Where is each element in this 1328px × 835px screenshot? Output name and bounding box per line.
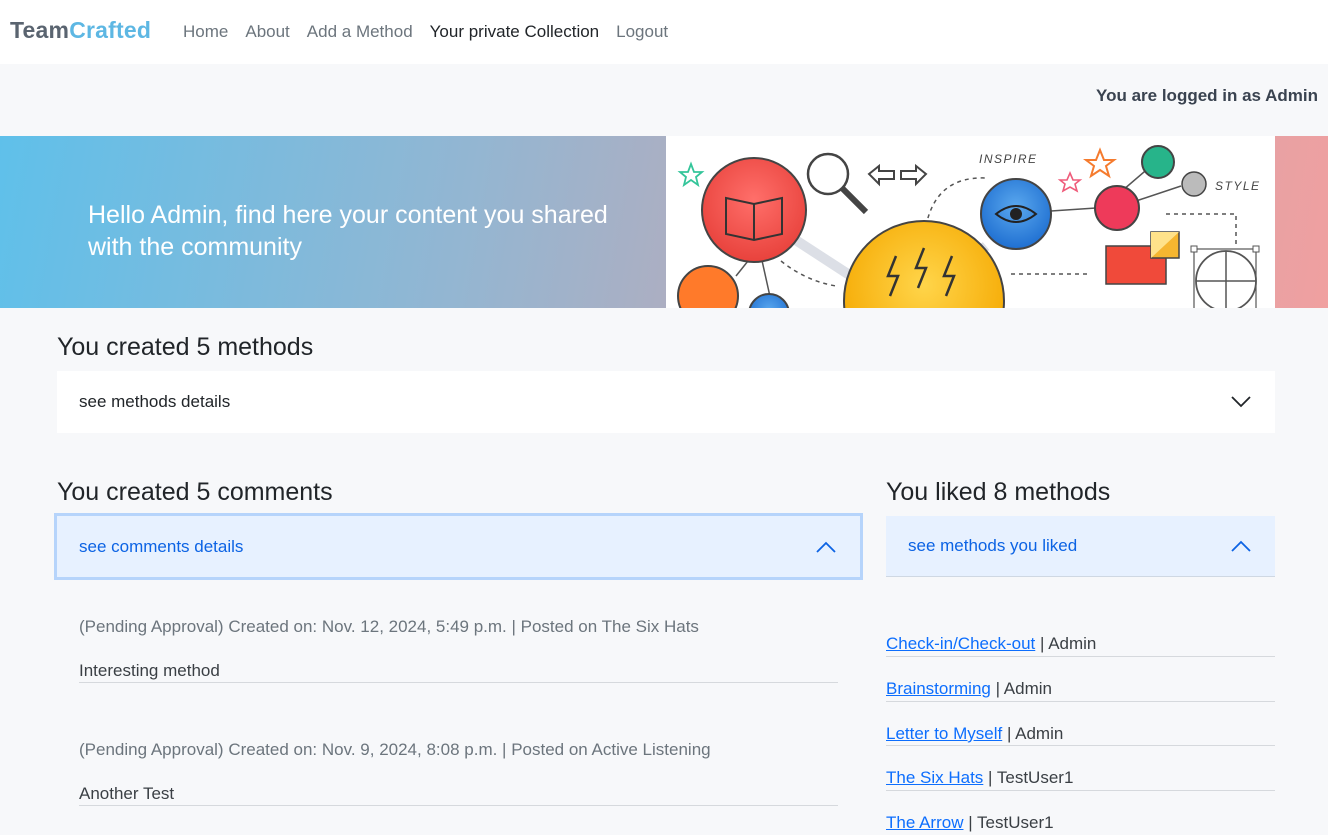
comments-section-title: You created 5 comments: [57, 478, 333, 506]
comment-body: Interesting method: [79, 661, 220, 680]
nav-private-collection[interactable]: Your private Collection: [430, 22, 599, 42]
methods-accordion-toggle[interactable]: see methods details: [57, 371, 1275, 433]
comment-meta: (Pending Approval) Created on: Nov. 9, 2…: [79, 740, 711, 759]
liked-section-title: You liked 8 methods: [886, 478, 1111, 506]
nav-links: Home About Add a Method Your private Col…: [183, 22, 685, 42]
liked-method-link[interactable]: Letter to Myself: [886, 724, 1002, 743]
comments-accordion-label: see comments details: [79, 536, 244, 556]
liked-item: Letter to Myself | Admin: [886, 724, 1063, 744]
brand-team: Team: [10, 17, 70, 43]
liked-item: The Arrow | TestUser1: [886, 813, 1054, 833]
liked-divider: [886, 745, 1275, 746]
comment-divider: [79, 682, 838, 683]
methods-accordion-label: see methods details: [79, 392, 231, 411]
chevron-down-icon: [1231, 396, 1251, 408]
chevron-up-icon: [1231, 540, 1251, 552]
liked-accordion-label: see methods you liked: [908, 536, 1078, 555]
nav-home[interactable]: Home: [183, 22, 228, 42]
liked-method-author: | Admin: [1035, 634, 1097, 653]
liked-method-link[interactable]: The Arrow: [886, 813, 963, 832]
liked-method-author: | TestUser1: [963, 813, 1054, 832]
liked-method-link[interactable]: Check-in/Check-out: [886, 634, 1035, 653]
hero-banner: Hello Admin, find here your content you …: [0, 136, 1328, 308]
illustration-inspire-label: INSPIRE: [979, 152, 1038, 166]
comment-body: Another Test: [79, 784, 175, 803]
navbar: TeamCrafted Home About Add a Method Your…: [0, 0, 1328, 64]
nav-logout[interactable]: Logout: [616, 22, 668, 42]
brand-logo[interactable]: TeamCrafted: [10, 17, 151, 44]
comment-meta: (Pending Approval) Created on: Nov. 12, …: [79, 617, 699, 636]
chevron-up-icon: [816, 541, 836, 553]
liked-divider: [886, 656, 1275, 657]
logged-in-status: You are logged in as Admin: [1096, 86, 1318, 105]
liked-method-link[interactable]: The Six Hats: [886, 768, 983, 787]
nav-about[interactable]: About: [245, 22, 289, 42]
brand-crafted: Crafted: [69, 17, 152, 43]
illustration-graphic: INSPIRE STYLE: [677, 145, 1261, 308]
liked-item: The Six Hats | TestUser1: [886, 768, 1073, 788]
illustration-style-label: STYLE: [1215, 179, 1261, 193]
nav-add-method[interactable]: Add a Method: [307, 22, 413, 42]
liked-divider: [886, 790, 1275, 791]
liked-item: Brainstorming | Admin: [886, 679, 1052, 699]
liked-method-author: | Admin: [990, 679, 1052, 698]
liked-method-link[interactable]: Brainstorming: [886, 679, 991, 698]
hero-illustration: INSPIRE STYLE: [666, 136, 1275, 308]
liked-divider: [886, 701, 1275, 702]
liked-accordion-toggle[interactable]: see methods you liked: [886, 516, 1275, 577]
methods-section-title: You created 5 methods: [57, 333, 314, 361]
comment-divider: [79, 805, 838, 806]
comments-accordion-toggle[interactable]: see comments details: [54, 513, 863, 580]
liked-method-author: | Admin: [1002, 724, 1064, 743]
liked-method-author: | TestUser1: [983, 768, 1074, 787]
hero-greeting: Hello Admin, find here your content you …: [88, 201, 608, 261]
liked-item: Check-in/Check-out | Admin: [886, 634, 1096, 654]
